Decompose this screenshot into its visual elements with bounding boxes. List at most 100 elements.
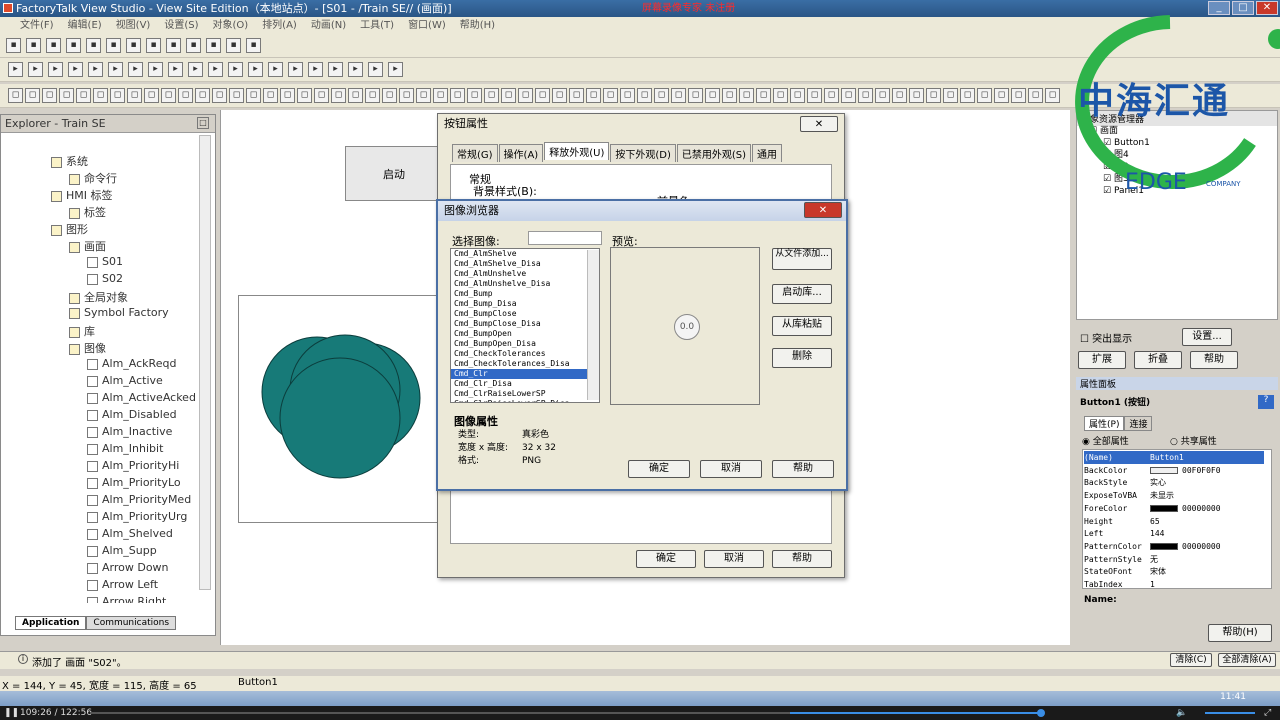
seek-handle[interactable] [1037,709,1045,717]
toolbar-3-tool-icon[interactable]: ◻ [960,88,975,103]
toolbar-3-tool-icon[interactable]: ◻ [671,88,686,103]
toolbar-3-tool-icon[interactable]: ◻ [841,88,856,103]
property-row[interactable]: PatternStyle 无 [1084,553,1264,566]
image-list-item[interactable]: Cmd_AlmUnshelve [451,269,599,279]
toolbar-1-tool-icon[interactable]: ▪ [46,38,61,53]
image-list-scrollbar[interactable] [587,250,599,400]
image-list-item[interactable]: Cmd_ClrRaiseLowerSP_Disa [451,399,599,402]
property-row[interactable]: TabIndex 1 [1084,578,1264,591]
tree-item[interactable]: S01 [87,255,123,268]
property-row[interactable]: BackColor 00F0F0F0 [1084,464,1264,477]
menu-window[interactable]: 窗口(W) [408,17,446,34]
toolbar-2-tool-icon[interactable]: ▸ [268,62,283,77]
toolbar-1-tool-icon[interactable]: ▪ [126,38,141,53]
toolbar-3-tool-icon[interactable]: ◻ [807,88,822,103]
tree-item[interactable]: 图像 [69,340,106,356]
toolbar-3-tool-icon[interactable]: ◻ [314,88,329,103]
fullscreen-icon[interactable]: ⤢ [1264,706,1271,720]
property-row[interactable]: BackStyle 实心 [1084,476,1264,489]
toolbar-2-tool-icon[interactable]: ▸ [168,62,183,77]
toolbar-2-tool-icon[interactable]: ▸ [228,62,243,77]
image-list-item[interactable]: Cmd_Clr_Disa [451,379,599,389]
tab-general[interactable]: 常规(G) [452,144,498,162]
close-button[interactable]: ✕ [800,116,838,132]
collapse-button[interactable]: 折叠 [1134,351,1182,369]
tree-item[interactable]: Alm_PriorityHi [87,459,179,472]
tree-item[interactable]: Alm_Supp [87,544,157,557]
menu-arrange[interactable]: 排列(A) [262,17,297,34]
toolbar-3-tool-icon[interactable]: ◻ [620,88,635,103]
help-button[interactable]: 帮助 [1190,351,1238,369]
toolbar-2-tool-icon[interactable]: ▸ [68,62,83,77]
toolbar-3-tool-icon[interactable]: ◻ [331,88,346,103]
image-name-input[interactable] [528,231,602,245]
tree-item[interactable]: 全局对象 [69,289,128,305]
toolbar-2-tool-icon[interactable]: ▸ [128,62,143,77]
tab-connections[interactable]: 连接 [1124,416,1153,431]
toolbar-3-tool-icon[interactable]: ◻ [926,88,941,103]
property-row[interactable]: PatternColor 00000000 [1084,540,1264,553]
circle-group[interactable] [255,330,435,490]
toolbar-3-tool-icon[interactable]: ◻ [943,88,958,103]
property-help-button[interactable]: 帮助(H) [1208,624,1272,642]
image-list-item[interactable]: Cmd_BumpOpen [451,329,599,339]
tree-item[interactable]: Alm_Shelved [87,527,173,540]
menu-tools[interactable]: 工具(T) [360,17,394,34]
toolbar-3-tool-icon[interactable]: ◻ [892,88,907,103]
paste-from-library-button[interactable]: 从库粘贴 [772,316,832,336]
tree-item[interactable]: 库 [69,323,95,339]
tab-action[interactable]: 操作(A) [498,144,544,162]
tree-item[interactable]: Alm_Inhibit [87,442,163,455]
toolbar-3-tool-icon[interactable]: ◻ [705,88,720,103]
toolbar-2-tool-icon[interactable]: ▸ [288,62,303,77]
image-list-item[interactable]: Cmd_BumpClose_Disa [451,319,599,329]
image-list[interactable]: Cmd_AlmShelve Cmd_AlmShelve_Disa Cmd_AlmUn… [450,248,600,403]
toolbar-3-tool-icon[interactable]: ◻ [144,88,159,103]
toolbar-1-tool-icon[interactable]: ▪ [166,38,181,53]
toolbar-2-tool-icon[interactable]: ▸ [188,62,203,77]
toolbar-3-tool-icon[interactable]: ◻ [93,88,108,103]
tree-item[interactable]: Alm_Disabled [87,408,177,421]
toolbar-2-tool-icon[interactable]: ▸ [388,62,403,77]
tree-item[interactable]: Alm_ActiveAcked [87,391,196,404]
toolbar-3-tool-icon[interactable]: ◻ [552,88,567,103]
toolbar-1-tool-icon[interactable]: ▪ [66,38,81,53]
pin-icon[interactable]: □ [197,117,209,129]
toolbar-1-tool-icon[interactable]: ▪ [246,38,261,53]
toolbar-1-tool-icon[interactable]: ▪ [206,38,221,53]
property-row[interactable]: Height 65 [1084,515,1264,528]
tab-application[interactable]: Application [15,616,87,630]
toolbar-3-tool-icon[interactable]: ◻ [76,88,91,103]
image-list-item[interactable]: Cmd_Bump_Disa [451,299,599,309]
image-list-item[interactable]: Cmd_AlmUnshelve_Disa [451,279,599,289]
menu-animation[interactable]: 动画(N) [311,17,346,34]
toolbar-1-tool-icon[interactable]: ▪ [26,38,41,53]
toolbar-3-tool-icon[interactable]: ◻ [450,88,465,103]
tree-item[interactable]: 图形 [51,221,88,237]
tree-item[interactable]: Alm_PriorityUrg [87,510,187,523]
tree-item[interactable]: Symbol Factory [69,306,169,319]
toolbar-3-tool-icon[interactable]: ◻ [467,88,482,103]
menu-objects[interactable]: 对象(O) [213,17,249,34]
toolbar-3-tool-icon[interactable]: ◻ [399,88,414,103]
menu-file[interactable]: 文件(F) [20,17,54,34]
toolbar-3-tool-icon[interactable]: ◻ [161,88,176,103]
tab-release-appearance[interactable]: 释放外观(U) [544,142,610,160]
settings-button[interactable]: 设置... [1182,328,1232,346]
toolbar-3-tool-icon[interactable]: ◻ [858,88,873,103]
radio-shared-props[interactable]: ○ 共享属性 [1170,434,1217,447]
cancel-button[interactable]: 取消 [700,460,762,478]
canvas-start-button[interactable]: 启动 [345,146,443,201]
property-row[interactable]: Left 144 [1084,527,1264,540]
pause-icon[interactable]: ❚❚ [4,706,19,720]
toolbar-1-tool-icon[interactable]: ▪ [106,38,121,53]
toolbar-2-tool-icon[interactable]: ▸ [88,62,103,77]
toolbar-3-tool-icon[interactable]: ◻ [178,88,193,103]
ok-button[interactable]: 确定 [628,460,690,478]
toolbar-3-tool-icon[interactable]: ◻ [433,88,448,103]
tree-item[interactable]: 画面 [69,238,106,254]
tab-common[interactable]: 通用 [752,144,783,162]
toolbar-3-tool-icon[interactable]: ◻ [569,88,584,103]
toolbar-3-tool-icon[interactable]: ◻ [994,88,1009,103]
toolbar-2-tool-icon[interactable]: ▸ [148,62,163,77]
